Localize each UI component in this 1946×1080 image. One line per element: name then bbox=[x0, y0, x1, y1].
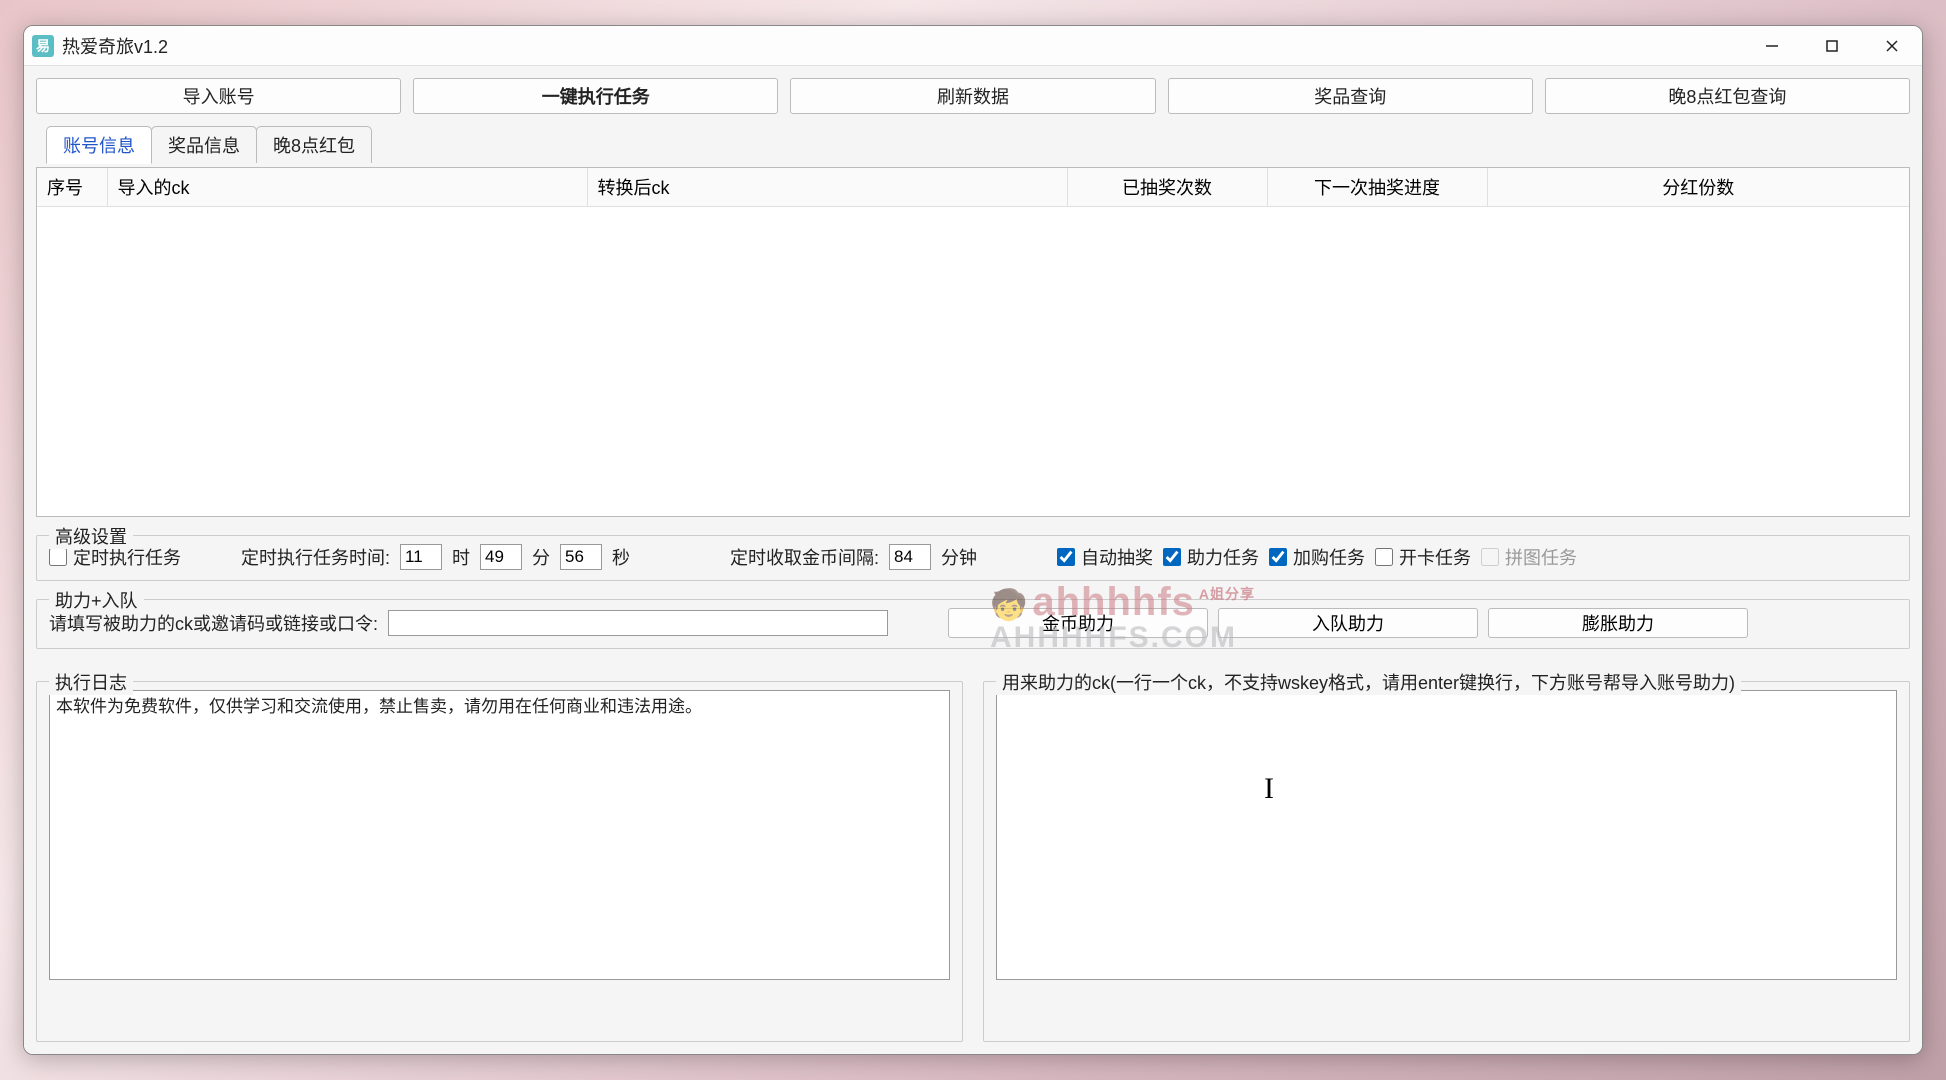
assist-group-title: 助力+入队 bbox=[49, 587, 144, 613]
input-interval[interactable] bbox=[889, 544, 931, 570]
chk-assist-task-box[interactable] bbox=[1163, 548, 1181, 566]
app-icon: 易 bbox=[32, 35, 54, 57]
tab-account-info[interactable]: 账号信息 bbox=[46, 126, 152, 164]
col-converted-ck[interactable]: 转换后ck bbox=[587, 168, 1067, 207]
col-dividend-shares[interactable]: 分红份数 bbox=[1487, 168, 1909, 207]
inflate-assist-button[interactable]: 膨胀助力 bbox=[1488, 608, 1748, 638]
execution-log-textarea[interactable] bbox=[49, 690, 950, 980]
window-controls bbox=[1742, 26, 1922, 66]
chk-assist-task[interactable]: 助力任务 bbox=[1163, 544, 1259, 570]
input-second[interactable] bbox=[560, 544, 602, 570]
assist-ck-group: 用来助力的ck(一行一个ck，不支持wskey格式，请用enter键换行，下方账… bbox=[983, 681, 1910, 1042]
chk-addcart-task-box[interactable] bbox=[1269, 548, 1287, 566]
chk-addcart-task[interactable]: 加购任务 bbox=[1269, 544, 1365, 570]
label-coin-interval: 定时收取金币间隔: bbox=[730, 544, 879, 570]
execution-log-group: 执行日志 bbox=[36, 681, 963, 1042]
execution-log-title: 执行日志 bbox=[49, 669, 133, 695]
join-assist-button[interactable]: 入队助力 bbox=[1218, 608, 1478, 638]
input-minute[interactable] bbox=[480, 544, 522, 570]
assist-code-input[interactable] bbox=[388, 610, 888, 636]
tab-prize-info[interactable]: 奖品信息 bbox=[151, 126, 257, 163]
tab-evening-redpacket[interactable]: 晚8点红包 bbox=[256, 126, 372, 163]
refresh-data-button[interactable]: 刷新数据 bbox=[790, 78, 1155, 114]
coin-assist-button[interactable]: 金币助力 bbox=[948, 608, 1208, 638]
col-next-progress[interactable]: 下一次抽奖进度 bbox=[1267, 168, 1487, 207]
execute-tasks-button[interactable]: 一键执行任务 bbox=[413, 78, 778, 114]
chk-opencard-task[interactable]: 开卡任务 bbox=[1375, 544, 1471, 570]
import-account-button[interactable]: 导入账号 bbox=[36, 78, 401, 114]
advanced-settings-group: 高级设置 定时执行任务 定时执行任务时间: 时 分 秒 定时收取金币间隔: 分钟 bbox=[36, 535, 1910, 581]
tabstrip: 账号信息 奖品信息 晚8点红包 bbox=[36, 126, 1910, 163]
close-button[interactable] bbox=[1862, 26, 1922, 66]
label-scheduled-time: 定时执行任务时间: bbox=[241, 544, 390, 570]
chk-auto-lottery[interactable]: 自动抽奖 bbox=[1057, 544, 1153, 570]
chk-puzzle-task-box bbox=[1481, 548, 1499, 566]
chk-opencard-task-box[interactable] bbox=[1375, 548, 1393, 566]
account-table-frame[interactable]: 序号 导入的ck 转换后ck 已抽奖次数 下一次抽奖进度 分红份数 bbox=[36, 167, 1910, 517]
chk-auto-lottery-box[interactable] bbox=[1057, 548, 1075, 566]
minimize-button[interactable] bbox=[1742, 26, 1802, 66]
bottom-row: 执行日志 用来助力的ck(一行一个ck，不支持wskey格式，请用enter键换… bbox=[36, 667, 1910, 1042]
maximize-button[interactable] bbox=[1802, 26, 1862, 66]
top-button-row: 导入账号 一键执行任务 刷新数据 奖品查询 晚8点红包查询 bbox=[36, 74, 1910, 122]
input-hour[interactable] bbox=[400, 544, 442, 570]
client-area: 导入账号 一键执行任务 刷新数据 奖品查询 晚8点红包查询 账号信息 奖品信息 … bbox=[24, 66, 1922, 1054]
col-lottery-count[interactable]: 已抽奖次数 bbox=[1067, 168, 1267, 207]
assist-ck-textarea[interactable] bbox=[996, 690, 1897, 980]
window-title: 热爱奇旅v1.2 bbox=[62, 33, 168, 59]
chk-puzzle-task: 拼图任务 bbox=[1481, 544, 1577, 570]
titlebar: 易 热爱奇旅v1.2 bbox=[24, 26, 1922, 66]
label-assist-input: 请填写被助力的ck或邀请码或链接或口令: bbox=[49, 610, 378, 636]
redpacket-query-button[interactable]: 晚8点红包查询 bbox=[1545, 78, 1910, 114]
assist-ck-title: 用来助力的ck(一行一个ck，不支持wskey格式，请用enter键换行，下方账… bbox=[996, 669, 1741, 695]
assist-group: 助力+入队 请填写被助力的ck或邀请码或链接或口令: 金币助力 入队助力 膨胀助… bbox=[36, 599, 1910, 649]
chk-scheduled-task-box[interactable] bbox=[49, 548, 67, 566]
prize-query-button[interactable]: 奖品查询 bbox=[1168, 78, 1533, 114]
col-imported-ck[interactable]: 导入的ck bbox=[107, 168, 587, 207]
app-window: 易 热爱奇旅v1.2 导入账号 一键执行任务 刷新数据 奖品查询 晚8点红包查询… bbox=[23, 25, 1923, 1055]
account-table: 序号 导入的ck 转换后ck 已抽奖次数 下一次抽奖进度 分红份数 bbox=[37, 168, 1909, 207]
advanced-settings-title: 高级设置 bbox=[49, 523, 133, 549]
col-index[interactable]: 序号 bbox=[37, 168, 107, 207]
